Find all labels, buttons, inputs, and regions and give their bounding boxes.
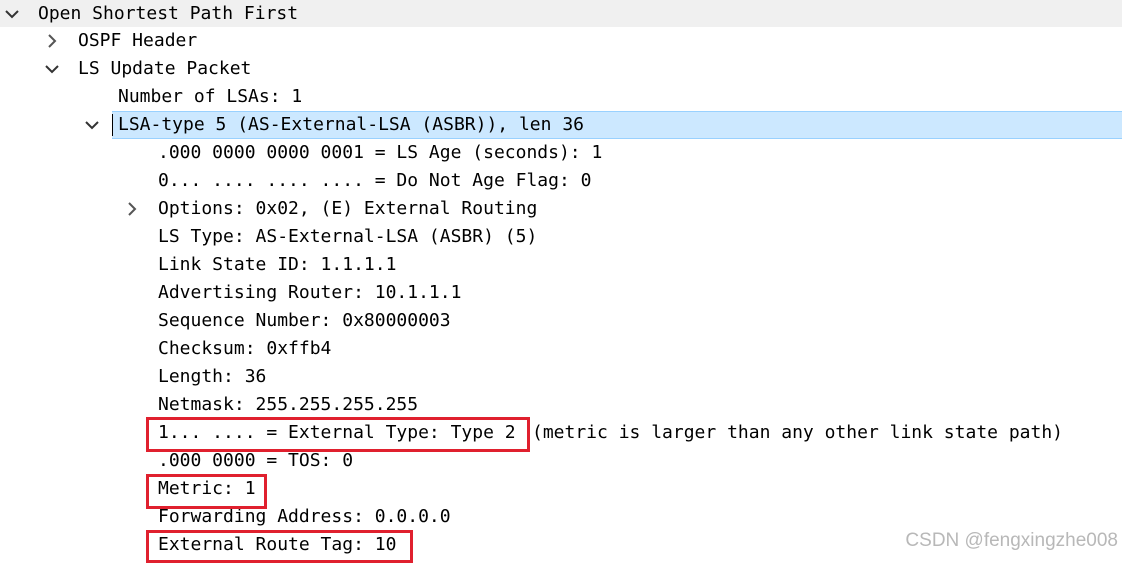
tree-row-do-not-age[interactable]: 0... .... .... .... = Do Not Age Flag: 0	[0, 167, 1122, 195]
tree-label-lsa-type-5: LSA-type 5 (AS-External-LSA (ASBR)), len…	[118, 114, 584, 135]
field-sequence-number: Sequence Number: 0x80000003	[158, 310, 451, 331]
focus-cursor	[112, 114, 113, 136]
chevron-down-icon[interactable]	[42, 55, 62, 83]
highlight-metric	[146, 474, 267, 509]
tree-row-checksum[interactable]: Checksum: 0xffb4	[0, 335, 1122, 363]
tree-label-ospf-header: OSPF Header	[78, 30, 198, 51]
tree-row-sequence-number[interactable]: Sequence Number: 0x80000003	[0, 307, 1122, 335]
tree-row-lsa-type-5[interactable]: LSA-type 5 (AS-External-LSA (ASBR)), len…	[0, 111, 1122, 139]
field-number-of-lsas: Number of LSAs: 1	[118, 86, 303, 107]
field-ls-type: LS Type: AS-External-LSA (ASBR) (5)	[158, 226, 538, 247]
tree-row-ls-age[interactable]: .000 0000 0000 0001 = LS Age (seconds): …	[0, 139, 1122, 167]
tree-row-netmask[interactable]: Netmask: 255.255.255.255	[0, 391, 1122, 419]
tree-row-options[interactable]: Options: 0x02, (E) External Routing	[0, 195, 1122, 223]
field-options: Options: 0x02, (E) External Routing	[158, 198, 538, 219]
field-external-type-note: (metric is larger than any other link st…	[532, 422, 1064, 443]
chevron-down-icon[interactable]	[82, 111, 102, 139]
tree-row-link-state-id[interactable]: Link State ID: 1.1.1.1	[0, 251, 1122, 279]
tree-row-ospf-header[interactable]: OSPF Header	[0, 27, 1122, 55]
tree-row-advertising-router[interactable]: Advertising Router: 10.1.1.1	[0, 279, 1122, 307]
field-length: Length: 36	[158, 366, 267, 387]
watermark: CSDN @fengxingzhe008	[905, 530, 1118, 551]
tree-row-ls-type[interactable]: LS Type: AS-External-LSA (ASBR) (5)	[0, 223, 1122, 251]
highlight-external-type	[146, 417, 530, 452]
tree-row-ospf[interactable]: Open Shortest Path First	[0, 0, 1122, 27]
chevron-down-icon[interactable]	[2, 0, 22, 28]
tree-row-ls-update-packet[interactable]: LS Update Packet	[0, 55, 1122, 83]
tree-label-ospf: Open Shortest Path First	[38, 3, 299, 24]
field-netmask: Netmask: 255.255.255.255	[158, 394, 419, 415]
chevron-right-icon[interactable]	[122, 195, 142, 223]
chevron-right-icon[interactable]	[42, 27, 62, 55]
field-checksum: Checksum: 0xffb4	[158, 338, 332, 359]
field-do-not-age-flag: 0... .... .... .... = Do Not Age Flag: 0	[158, 170, 592, 191]
field-link-state-id: Link State ID: 1.1.1.1	[158, 254, 397, 275]
field-advertising-router: Advertising Router: 10.1.1.1	[158, 282, 462, 303]
field-ls-age: .000 0000 0000 0001 = LS Age (seconds): …	[158, 142, 603, 163]
tree-row-number-of-lsas[interactable]: Number of LSAs: 1	[0, 83, 1122, 111]
tree-label-ls-update-packet: LS Update Packet	[78, 58, 252, 79]
tree-row-length[interactable]: Length: 36	[0, 363, 1122, 391]
highlight-external-route-tag	[146, 530, 413, 563]
